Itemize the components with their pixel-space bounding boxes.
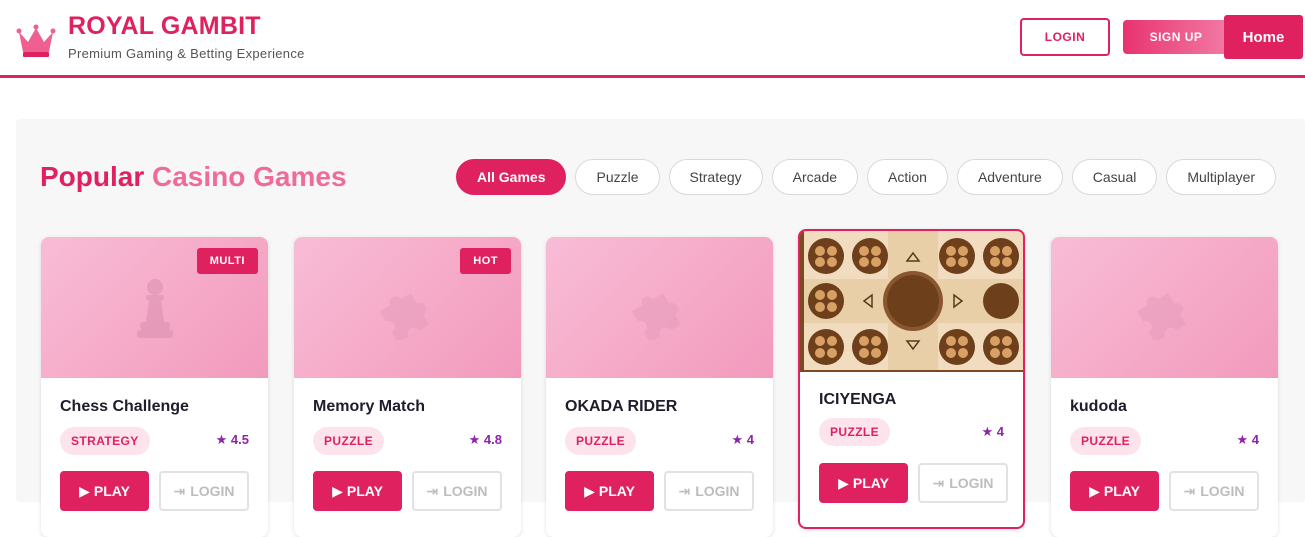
sign-in-icon: ⇥ — [678, 482, 691, 499]
play-label: PLAY — [93, 483, 130, 499]
game-badge: MULTI — [196, 248, 258, 274]
sign-in-icon: ⇥ — [1183, 482, 1196, 499]
play-icon: ▶ — [584, 482, 595, 499]
game-category-tag: PUZZLE — [1070, 427, 1142, 455]
game-thumbnail[interactable] — [546, 237, 773, 378]
sign-in-icon: ⇥ — [173, 482, 186, 499]
sign-in-icon: ⇥ — [426, 482, 439, 499]
game-title: Chess Challenge — [60, 398, 189, 415]
sign-in-icon: ⇥ — [932, 474, 945, 491]
login-button[interactable]: LOGIN — [1020, 18, 1110, 56]
section-title: Popular Casino Games — [40, 161, 347, 193]
play-label: PLAY — [346, 483, 383, 499]
board-game-image — [800, 231, 1023, 372]
game-title: kudoda — [1070, 398, 1127, 415]
game-category-tag: PUZZLE — [819, 418, 891, 446]
play-button[interactable]: ▶ PLAY — [313, 471, 402, 511]
play-button[interactable]: ▶ PLAY — [1070, 471, 1159, 511]
section-title-part1: Popular — [40, 161, 145, 192]
filter-strategy[interactable]: Strategy — [668, 159, 763, 195]
play-icon: ▶ — [332, 482, 343, 499]
game-card[interactable]: MULTI Chess Challenge STRATEGY ★ 4.5 ▶ PL… — [41, 237, 268, 537]
games-section: Popular Casino Games All Games Puzzle St… — [16, 119, 1305, 537]
game-title: Memory Match — [313, 398, 426, 415]
puzzle-piece-icon — [1136, 292, 1186, 340]
game-rating: ★ 4 — [731, 432, 755, 447]
game-category-tag: STRATEGY — [60, 427, 150, 455]
play-button[interactable]: ▶ PLAY — [565, 471, 654, 511]
filter-action[interactable]: Action — [867, 159, 948, 195]
play-icon: ▶ — [838, 474, 849, 491]
puzzle-piece-icon — [379, 292, 429, 340]
play-button[interactable]: ▶ PLAY — [60, 471, 149, 511]
card-login-button[interactable]: ⇥ LOGIN — [664, 471, 754, 511]
brand[interactable]: ROYAL GAMBIT Premium Gaming & Betting Ex… — [16, 12, 305, 61]
filter-casual[interactable]: Casual — [1071, 159, 1158, 195]
card-login-button[interactable]: ⇥ LOGIN — [1169, 471, 1259, 511]
game-title: OKADA RIDER — [565, 398, 678, 415]
game-badge: HOT — [460, 248, 511, 274]
card-login-label: LOGIN — [1200, 483, 1245, 499]
game-rating: ★ 4.5 — [215, 432, 249, 447]
card-login-label: LOGIN — [443, 483, 488, 499]
game-rating: ★ 4 — [1236, 432, 1260, 447]
signup-button[interactable]: SIGN UP — [1123, 20, 1229, 54]
section-title-part3: Games — [253, 161, 347, 192]
card-login-button[interactable]: ⇥ LOGIN — [159, 471, 249, 511]
game-card-featured[interactable]: ICIYENGA PUZZLE ★ 4 ▶ PLAY ⇥ LOGIN — [798, 229, 1025, 529]
filter-arcade[interactable]: Arcade — [771, 159, 859, 195]
game-thumbnail[interactable] — [800, 231, 1023, 372]
game-title: ICIYENGA — [819, 391, 897, 408]
filter-puzzle[interactable]: Puzzle — [575, 159, 660, 195]
play-icon: ▶ — [79, 482, 90, 499]
game-card[interactable]: HOT Memory Match PUZZLE ★ 4.8 ▶ PLAY ⇥ LOG… — [294, 237, 521, 537]
play-label: PLAY — [598, 483, 635, 499]
card-login-button[interactable]: ⇥ LOGIN — [412, 471, 502, 511]
game-rating: ★ 4.8 — [468, 432, 502, 447]
filter-adventure[interactable]: Adventure — [956, 159, 1063, 195]
brand-title: ROYAL GAMBIT — [68, 12, 261, 40]
card-login-label: LOGIN — [190, 483, 235, 499]
crown-icon — [16, 24, 56, 57]
filter-all-games[interactable]: All Games — [456, 159, 567, 195]
card-login-label: LOGIN — [949, 475, 994, 491]
site-header: ROYAL GAMBIT Premium Gaming & Betting Ex… — [0, 0, 1305, 78]
card-login-button[interactable]: ⇥ LOGIN — [918, 463, 1008, 503]
play-label: PLAY — [1103, 483, 1140, 499]
filter-multiplayer[interactable]: Multiplayer — [1166, 159, 1277, 195]
game-category-tag: PUZZLE — [313, 427, 385, 455]
play-button[interactable]: ▶ PLAY — [819, 463, 908, 503]
chess-pawn-icon — [136, 278, 173, 338]
section-title-part2: Casino — [152, 161, 246, 192]
game-thumbnail[interactable] — [1051, 237, 1278, 378]
category-filters: All Games Puzzle Strategy Arcade Action … — [456, 159, 1277, 195]
game-card[interactable]: OKADA RIDER PUZZLE ★ 4 ▶ PLAY ⇥ LOGIN — [546, 237, 773, 537]
play-icon: ▶ — [1089, 482, 1100, 499]
card-login-label: LOGIN — [695, 483, 740, 499]
puzzle-piece-icon — [631, 292, 681, 340]
game-card[interactable]: kudoda PUZZLE ★ 4 ▶ PLAY ⇥ LOGIN — [1051, 237, 1278, 537]
game-thumbnail[interactable]: HOT — [294, 237, 521, 378]
game-thumbnail[interactable]: MULTI — [41, 237, 268, 378]
brand-subtitle: Premium Gaming & Betting Experience — [68, 46, 305, 61]
home-button[interactable]: Home — [1224, 15, 1303, 59]
game-category-tag: PUZZLE — [565, 427, 637, 455]
game-rating: ★ 4 — [981, 424, 1005, 439]
play-label: PLAY — [852, 475, 889, 491]
